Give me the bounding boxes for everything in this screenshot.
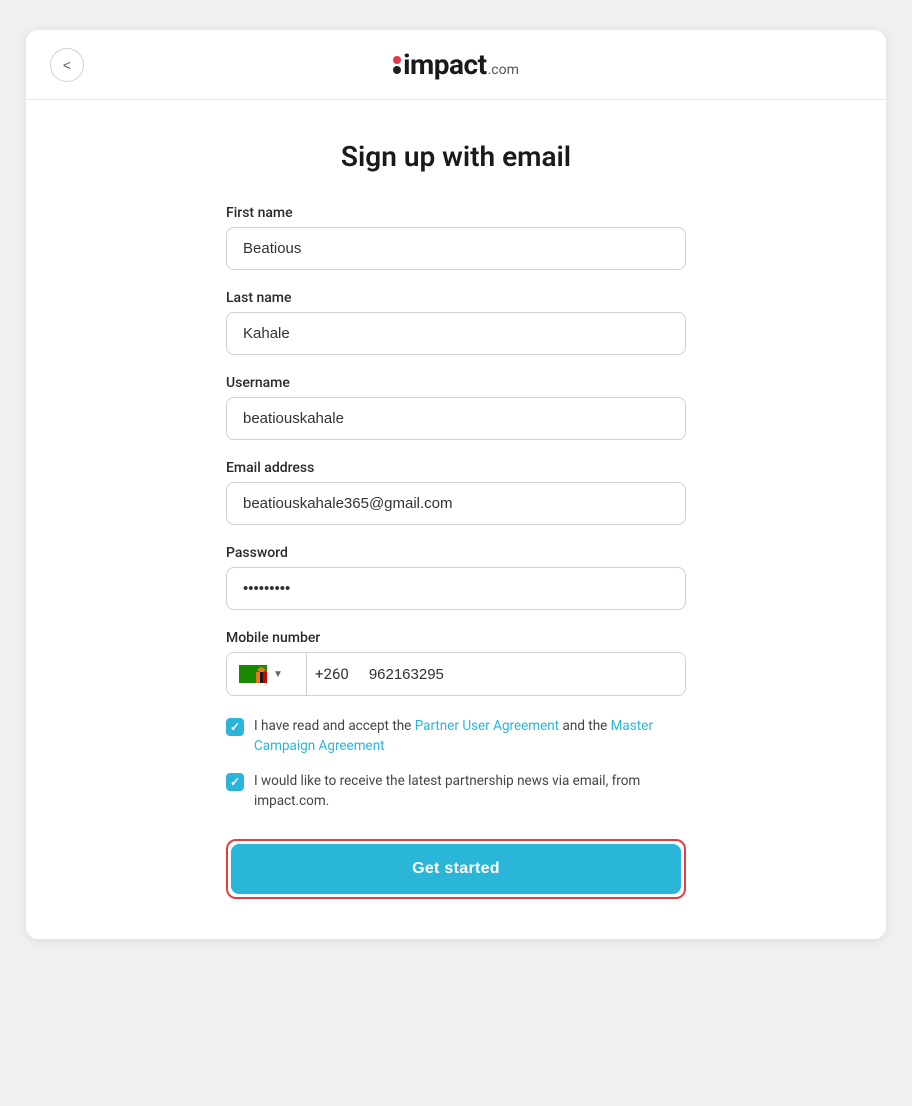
- newsletter-checkbox[interactable]: ✓: [226, 773, 244, 791]
- password-label: Password: [226, 545, 686, 561]
- last-name-label: Last name: [226, 290, 686, 306]
- username-label: Username: [226, 375, 686, 391]
- get-started-button[interactable]: Get started: [231, 844, 681, 894]
- logo-com: .com: [488, 62, 519, 81]
- last-name-input[interactable]: [226, 312, 686, 355]
- first-name-input[interactable]: [226, 227, 686, 270]
- back-button[interactable]: <: [50, 48, 84, 82]
- last-name-group: Last name: [226, 290, 686, 355]
- newsletter-label: I would like to receive the latest partn…: [254, 771, 686, 812]
- password-input[interactable]: [226, 567, 686, 610]
- email-group: Email address: [226, 460, 686, 525]
- back-icon: <: [63, 57, 71, 73]
- agreement-checkbox-group: ✓ I have read and accept the Partner Use…: [226, 716, 686, 757]
- logo-dot-black: [393, 66, 401, 74]
- username-group: Username: [226, 375, 686, 440]
- chevron-down-icon: ▼: [273, 669, 283, 680]
- mobile-group: Mobile number ▼: [226, 630, 686, 696]
- email-label: Email address: [226, 460, 686, 476]
- checkmark-icon-2: ✓: [230, 775, 240, 789]
- form-container: Sign up with email First name Last name …: [26, 100, 886, 899]
- agreement-label: I have read and accept the Partner User …: [254, 716, 686, 757]
- logo-dot-red: [393, 56, 401, 64]
- partner-agreement-link[interactable]: Partner User Agreement: [415, 718, 559, 734]
- phone-input[interactable]: [353, 653, 685, 695]
- mobile-field-wrapper: ▼ +260: [226, 652, 686, 696]
- logo: impact .com: [393, 48, 519, 81]
- flag-zambia: [239, 665, 267, 683]
- agreement-checkbox[interactable]: ✓: [226, 718, 244, 736]
- logo-icon: [393, 56, 401, 74]
- stripe-red: [263, 672, 267, 683]
- mobile-label: Mobile number: [226, 630, 686, 646]
- logo-container: impact .com: [50, 48, 862, 81]
- first-name-group: First name: [226, 205, 686, 270]
- username-input[interactable]: [226, 397, 686, 440]
- email-input[interactable]: [226, 482, 686, 525]
- logo-text: impact: [403, 48, 486, 81]
- page-title: Sign up with email: [226, 140, 686, 173]
- phone-code: +260: [307, 653, 353, 695]
- get-started-wrapper: Get started: [226, 839, 686, 899]
- country-selector[interactable]: ▼: [227, 653, 307, 695]
- first-name-label: First name: [226, 205, 686, 221]
- password-group: Password: [226, 545, 686, 610]
- signup-card: < impact .com Sign up with email First n…: [26, 30, 886, 939]
- newsletter-checkbox-group: ✓ I would like to receive the latest par…: [226, 771, 686, 812]
- checkmark-icon: ✓: [230, 720, 240, 734]
- card-header: < impact .com: [26, 30, 886, 100]
